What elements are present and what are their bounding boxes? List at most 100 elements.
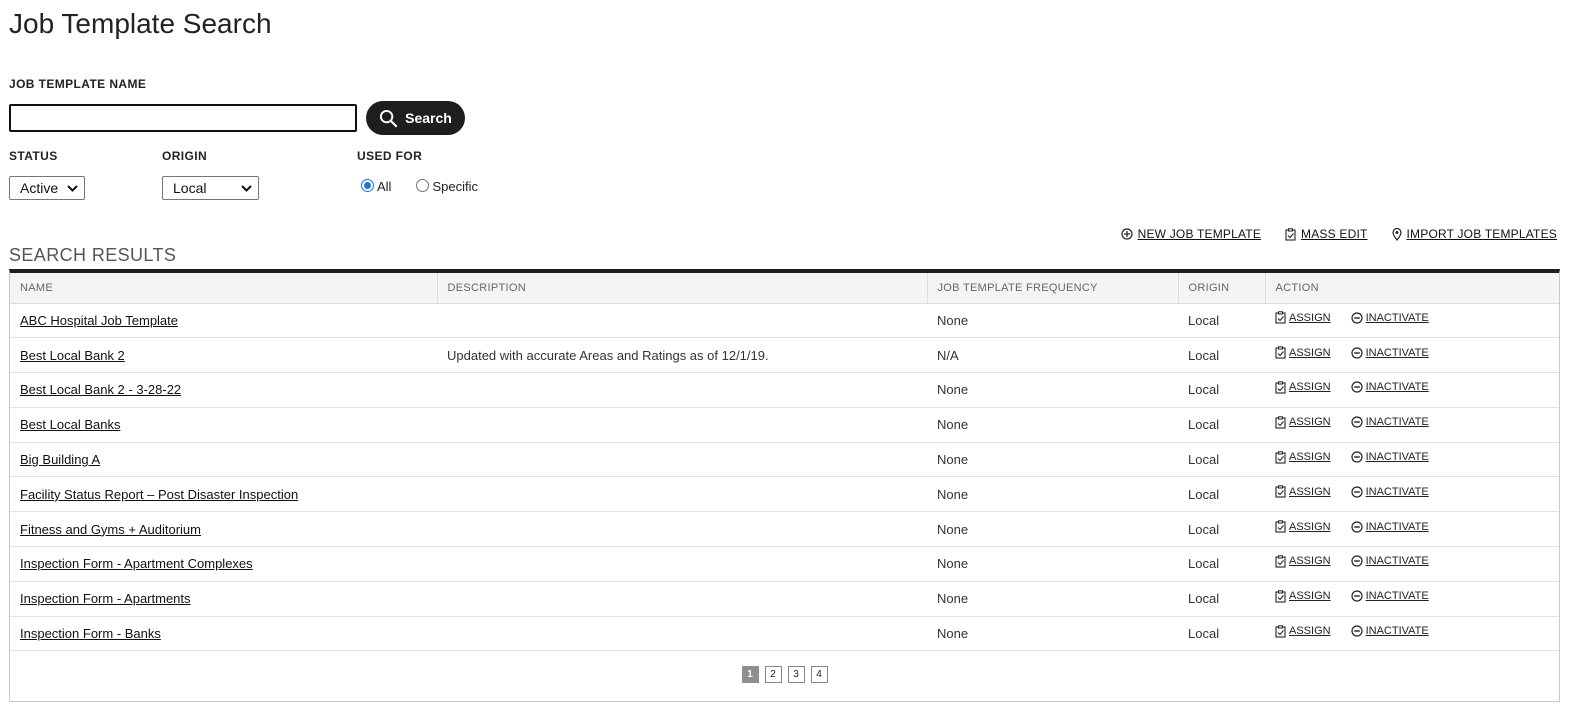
job-template-name-link[interactable]: Facility Status Report – Post Disaster I…	[20, 487, 298, 502]
search-icon	[379, 109, 398, 128]
cell-origin: Local	[1188, 591, 1220, 607]
assign-label: ASSIGN	[1289, 381, 1331, 394]
cell-action: ASSIGN INACTIVATE	[1265, 303, 1559, 338]
inactivate-link[interactable]: INACTIVATE	[1350, 590, 1429, 603]
job-template-name-link[interactable]: ABC Hospital Job Template	[20, 313, 178, 328]
cell-origin: Local	[1188, 556, 1220, 572]
pagination: 1234	[10, 666, 1559, 684]
search-button[interactable]: Search	[366, 101, 465, 135]
table-row: Inspection Form - Apartments None Local …	[10, 581, 1559, 617]
cell-description	[437, 581, 927, 616]
status-select-value: Active	[20, 180, 59, 196]
job-template-name-input[interactable]	[9, 104, 357, 132]
job-template-name-link[interactable]: Inspection Form - Banks	[20, 626, 161, 641]
used-for-specific-radio[interactable]	[416, 178, 430, 192]
page-number-button[interactable]: 3	[787, 666, 805, 684]
page-number-button[interactable]: 1	[741, 666, 759, 684]
inactivate-label: INACTIVATE	[1365, 590, 1429, 603]
cell-description	[437, 442, 927, 477]
page-number-button[interactable]: 2	[764, 666, 782, 684]
new-job-template-link[interactable]: NEW JOB TEMPLATE	[1120, 227, 1262, 241]
job-template-name-link[interactable]: Best Local Bank 2 - 3-28-22	[20, 382, 181, 397]
inactivate-link[interactable]: INACTIVATE	[1350, 625, 1429, 637]
cell-name: Big Building A	[10, 442, 437, 477]
assign-link[interactable]: ASSIGN	[1275, 590, 1331, 603]
inactivate-link[interactable]: INACTIVATE	[1350, 416, 1429, 429]
cell-frequency: None	[937, 556, 969, 572]
inactivate-link[interactable]: INACTIVATE	[1350, 451, 1429, 464]
assign-link[interactable]: ASSIGN	[1275, 485, 1331, 498]
used-for-all-radio[interactable]	[361, 178, 374, 192]
table-row: Big Building A None Local ASSIGN INACTIV…	[10, 442, 1559, 477]
cell-description	[437, 547, 927, 582]
page-number-button[interactable]: 4	[810, 666, 828, 684]
cell-frequency: None	[937, 452, 969, 468]
assign-label: ASSIGN	[1289, 346, 1331, 359]
cell-origin: Local	[1188, 626, 1220, 642]
job-template-name-link[interactable]: Big Building A	[20, 452, 100, 467]
cell-action: ASSIGN INACTIVATE	[1265, 338, 1559, 373]
assign-link[interactable]: ASSIGN	[1275, 520, 1331, 533]
job-template-name-link[interactable]: Best Local Bank 2	[20, 348, 125, 363]
cell-frequency: N/A	[937, 347, 959, 363]
cell-description	[437, 616, 927, 651]
column-header-origin[interactable]: ORIGIN	[1178, 273, 1266, 304]
column-header-name[interactable]: NAME	[10, 273, 438, 304]
inactivate-link[interactable]: INACTIVATE	[1350, 555, 1429, 568]
cell-frequency: None	[937, 591, 969, 607]
inactivate-label: INACTIVATE	[1365, 451, 1429, 464]
assign-link[interactable]: ASSIGN	[1275, 416, 1331, 429]
used-for-specific-label: Specific	[432, 179, 478, 194]
cell-origin: Local	[1188, 417, 1220, 433]
status-select[interactable]: Active	[9, 176, 85, 200]
job-template-name-link[interactable]: Inspection Form - Apartment Complexes	[20, 556, 253, 571]
cell-frequency: None	[937, 521, 969, 537]
origin-select[interactable]: Local	[162, 176, 259, 200]
minus-circle-icon	[1350, 416, 1363, 428]
mass-edit-link[interactable]: MASS EDIT	[1285, 227, 1367, 241]
cell-frequency: None	[937, 312, 969, 328]
assign-link[interactable]: ASSIGN	[1275, 555, 1331, 568]
clipboard-check-icon	[1275, 590, 1286, 603]
minus-circle-icon	[1350, 486, 1363, 498]
minus-circle-icon	[1350, 555, 1363, 568]
column-header-description[interactable]: DESCRIPTION	[437, 273, 928, 304]
import-job-templates-link[interactable]: IMPORT JOB TEMPLATES	[1391, 227, 1557, 241]
new-job-template-label: NEW JOB TEMPLATE	[1137, 227, 1262, 241]
table-row: Inspection Form - Banks None Local ASSIG…	[10, 616, 1559, 651]
map-pin-icon	[1391, 227, 1402, 241]
table-row: Best Local Bank 2 Updated with accurate …	[10, 338, 1559, 373]
assign-link[interactable]: ASSIGN	[1275, 381, 1331, 394]
job-template-name-link[interactable]: Inspection Form - Apartments	[20, 591, 191, 606]
inactivate-label: INACTIVATE	[1365, 416, 1429, 429]
inactivate-link[interactable]: INACTIVATE	[1350, 381, 1429, 393]
inactivate-link[interactable]: INACTIVATE	[1350, 312, 1429, 324]
cell-frequency: None	[937, 626, 969, 642]
clipboard-check-icon	[1275, 416, 1286, 429]
cell-name: Best Local Banks	[10, 407, 437, 442]
results-header-row: NAME DESCRIPTION JOB TEMPLATE FREQUENCY …	[10, 273, 1559, 304]
table-row: ABC Hospital Job Template None Local ASS…	[10, 303, 1559, 338]
table-row: Best Local Bank 2 - 3-28-22 None Local A…	[10, 373, 1559, 408]
assign-label: ASSIGN	[1289, 520, 1331, 533]
assign-link[interactable]: ASSIGN	[1275, 450, 1331, 464]
mass-edit-label: MASS EDIT	[1301, 227, 1368, 241]
cell-action: ASSIGN INACTIVATE	[1265, 373, 1559, 408]
inactivate-link[interactable]: INACTIVATE	[1350, 346, 1429, 359]
job-template-name-link[interactable]: Best Local Banks	[20, 417, 120, 432]
assign-label: ASSIGN	[1289, 451, 1331, 464]
inactivate-link[interactable]: INACTIVATE	[1350, 521, 1429, 533]
assign-link[interactable]: ASSIGN	[1275, 624, 1331, 638]
top-actions: NEW JOB TEMPLATE MASS EDIT IMPORT JOB TE…	[1120, 227, 1557, 241]
assign-link[interactable]: ASSIGN	[1275, 346, 1331, 359]
job-template-name-link[interactable]: Fitness and Gyms + Auditorium	[20, 522, 201, 537]
inactivate-label: INACTIVATE	[1365, 346, 1429, 359]
cell-action: ASSIGN INACTIVATE	[1265, 616, 1559, 651]
inactivate-link[interactable]: INACTIVATE	[1350, 486, 1429, 498]
clipboard-check-icon	[1275, 555, 1286, 568]
assign-link[interactable]: ASSIGN	[1275, 311, 1331, 324]
used-for-all-label: All	[377, 179, 392, 194]
minus-circle-icon	[1350, 451, 1363, 463]
clipboard-check-icon	[1275, 450, 1286, 464]
column-header-frequency[interactable]: JOB TEMPLATE FREQUENCY	[927, 273, 1179, 304]
